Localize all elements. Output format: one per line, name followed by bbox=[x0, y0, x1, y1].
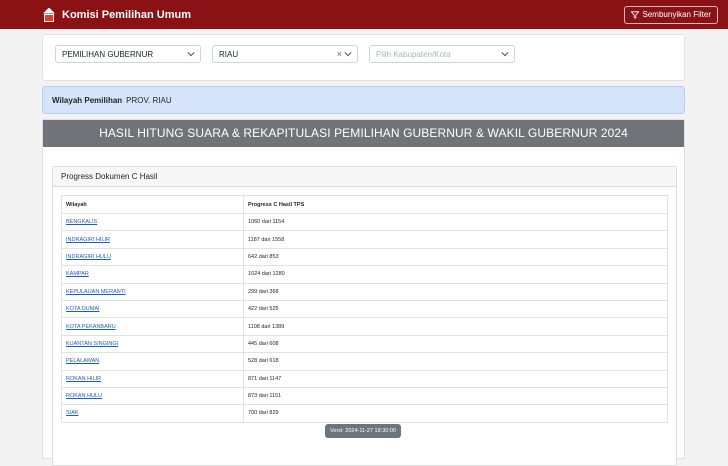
progress-card-title: Progress Dokumen C Hasil bbox=[53, 167, 676, 187]
province-value: RIAU bbox=[219, 49, 239, 59]
page-title: HASIL HITUNG SUARA & REKAPITULASI PEMILI… bbox=[43, 120, 684, 147]
region-label: Wilayah Pemilihan bbox=[52, 95, 123, 105]
chevron-down-icon bbox=[501, 52, 509, 57]
wilayah-cell: INDRAGIRI HILIR bbox=[61, 230, 244, 249]
wilayah-link[interactable]: ROKAN HULU bbox=[66, 393, 102, 399]
regency-placeholder: Pilih Kabupaten/Kota bbox=[376, 49, 451, 59]
results-card: HASIL HITUNG SUARA & REKAPITULASI PEMILI… bbox=[42, 119, 685, 466]
table-row: KEPULAUAN MERANTI 299 dari 368 bbox=[61, 282, 668, 301]
wilayah-cell: INDRAGIRI HULU bbox=[61, 247, 244, 267]
chevron-down-icon bbox=[187, 52, 195, 57]
table-row: KOTA DUMAI 422 dari 525 bbox=[61, 299, 668, 319]
brand[interactable]: Komisi Pemilihan Umum bbox=[42, 7, 191, 22]
wilayah-link[interactable]: KOTA DUMAI bbox=[66, 306, 100, 312]
wilayah-cell: KEPULAUAN MERANTI bbox=[61, 282, 244, 301]
progress-table: Wilayah Progress C Hasil TPS BENGKALIS 10… bbox=[61, 195, 668, 423]
progress-cell: 700 dari 829 bbox=[243, 404, 668, 423]
wilayah-link[interactable]: BENGKALIS bbox=[66, 219, 97, 225]
region-info-bar: Wilayah Pemilihan PROV. RIAU bbox=[42, 86, 685, 114]
progress-cell: 299 dari 368 bbox=[243, 282, 668, 301]
progress-cell: 422 dari 525 bbox=[243, 299, 668, 319]
wilayah-cell: BENGKALIS bbox=[61, 212, 244, 232]
province-select[interactable]: RIAU × bbox=[212, 45, 358, 63]
election-type-value: PEMILIHAN GUBERNUR bbox=[62, 49, 154, 59]
progress-cell: 1187 dari 1558 bbox=[243, 230, 668, 249]
wilayah-link[interactable]: INDRAGIRI HILIR bbox=[66, 237, 110, 243]
wilayah-cell: SIAK bbox=[61, 404, 244, 423]
table-row: KOTA PEKANBARU 1108 dari 1389 bbox=[61, 317, 668, 336]
progress-cell: 871 dari 1147 bbox=[243, 369, 668, 388]
wilayah-link[interactable]: INDRAGIRI HULU bbox=[66, 254, 111, 260]
clear-icon[interactable]: × bbox=[337, 49, 342, 59]
wilayah-cell: ROKAN HULU bbox=[61, 386, 244, 406]
table-row: PELALAWAN 528 dari 618 bbox=[61, 352, 668, 371]
filter-icon bbox=[630, 10, 639, 19]
brand-title: Komisi Pemilihan Umum bbox=[62, 8, 191, 21]
table-row: SIAK 700 dari 829 bbox=[61, 404, 668, 423]
wilayah-link[interactable]: KAMPAR bbox=[66, 271, 89, 277]
wilayah-cell: KOTA PEKANBARU bbox=[61, 317, 244, 336]
election-type-select[interactable]: PEMILIHAN GUBERNUR bbox=[55, 45, 201, 63]
wilayah-cell: ROKAN HILIR bbox=[61, 369, 244, 388]
hide-filter-label: Sembunyikan Filter bbox=[642, 10, 711, 19]
wilayah-cell: KOTA DUMAI bbox=[61, 299, 244, 319]
wilayah-link[interactable]: KUANTAN SINGINGI bbox=[66, 341, 118, 347]
regency-select[interactable]: Pilih Kabupaten/Kota bbox=[369, 45, 515, 63]
column-header-progress: Progress C Hasil TPS bbox=[243, 195, 668, 214]
top-navbar: Komisi Pemilihan Umum Sembunyikan Filter bbox=[0, 0, 728, 29]
wilayah-cell: KAMPAR bbox=[61, 265, 244, 284]
wilayah-cell: KUANTAN SINGINGI bbox=[61, 334, 244, 354]
progress-cell: 1024 dari 1280 bbox=[243, 265, 668, 284]
kpu-logo-icon bbox=[42, 7, 56, 22]
table-row: INDRAGIRI HULU 642 dari 853 bbox=[61, 247, 668, 267]
progress-cell: 445 dari 608 bbox=[243, 334, 668, 354]
hide-filter-button[interactable]: Sembunyikan Filter bbox=[623, 5, 718, 24]
progress-card: Progress Dokumen C Hasil Wilayah Progres… bbox=[52, 166, 677, 466]
table-row: ROKAN HILIR 871 dari 1147 bbox=[61, 369, 668, 388]
wilayah-link[interactable]: PELALAWAN bbox=[66, 358, 99, 364]
table-row: ROKAN HULU 873 dari 1151 bbox=[61, 386, 668, 406]
chevron-down-icon bbox=[344, 52, 352, 57]
table-row: KUANTAN SINGINGI 445 dari 608 bbox=[61, 334, 668, 354]
version-badge: Versi: 2024-11-27 18:30:00 bbox=[325, 424, 401, 438]
progress-cell: 1060 dari 1154 bbox=[243, 212, 668, 232]
progress-cell: 1108 dari 1389 bbox=[243, 317, 668, 336]
wilayah-cell: PELALAWAN bbox=[61, 352, 244, 371]
table-row: BENGKALIS 1060 dari 1154 bbox=[61, 212, 668, 232]
wilayah-link[interactable]: SIAK bbox=[66, 410, 79, 416]
progress-cell: 528 dari 618 bbox=[243, 352, 668, 371]
region-value: PROV. RIAU bbox=[126, 95, 172, 105]
column-header-wilayah: Wilayah bbox=[61, 195, 244, 214]
table-row: KAMPAR 1024 dari 1280 bbox=[61, 265, 668, 284]
progress-cell: 642 dari 853 bbox=[243, 247, 668, 267]
wilayah-link[interactable]: KEPULAUAN MERANTI bbox=[66, 289, 126, 295]
wilayah-link[interactable]: KOTA PEKANBARU bbox=[66, 324, 116, 330]
progress-cell: 873 dari 1151 bbox=[243, 386, 668, 406]
table-row: INDRAGIRI HILIR 1187 dari 1558 bbox=[61, 230, 668, 249]
wilayah-link[interactable]: ROKAN HILIR bbox=[66, 376, 101, 382]
filter-panel: PEMILIHAN GUBERNUR RIAU × Pilih Kabupate… bbox=[42, 34, 685, 81]
